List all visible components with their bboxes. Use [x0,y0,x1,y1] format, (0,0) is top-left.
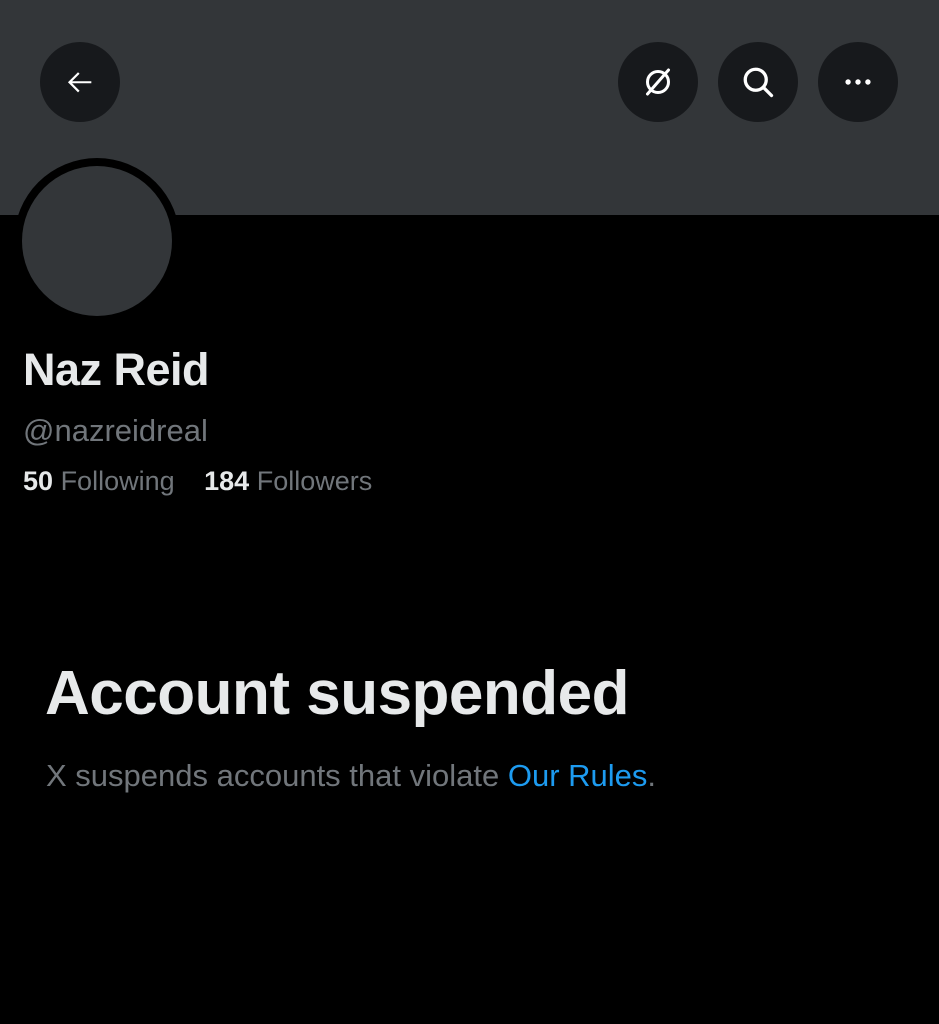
follow-stats: 50 Following 184 Followers [23,466,394,497]
following-count: 50 [23,466,54,496]
display-name: Naz Reid [23,344,210,395]
more-horizontal-icon [841,65,875,99]
arrow-left-icon [63,65,97,99]
following-link[interactable]: 50 Following [23,466,175,497]
back-button[interactable] [40,42,120,122]
more-options-button[interactable] [818,42,898,122]
followers-label: Followers [256,466,373,496]
avatar[interactable] [14,158,180,324]
avatar-placeholder [22,166,172,316]
suspended-message-period: . [647,758,657,793]
followers-count: 184 [204,466,250,496]
search-button[interactable] [718,42,798,122]
following-label: Following [60,466,175,496]
suspended-message-text: X suspends accounts that violate [46,758,500,793]
grok-slash-icon [640,64,676,100]
user-handle: @nazreidreal [23,413,208,448]
suspended-message: X suspends accounts that violate Our Rul… [46,758,656,794]
grok-button[interactable] [618,42,698,122]
search-icon [740,64,776,100]
suspended-heading: Account suspended [45,659,630,728]
followers-link[interactable]: 184 Followers [204,466,372,497]
our-rules-link[interactable]: Our Rules [508,758,648,793]
